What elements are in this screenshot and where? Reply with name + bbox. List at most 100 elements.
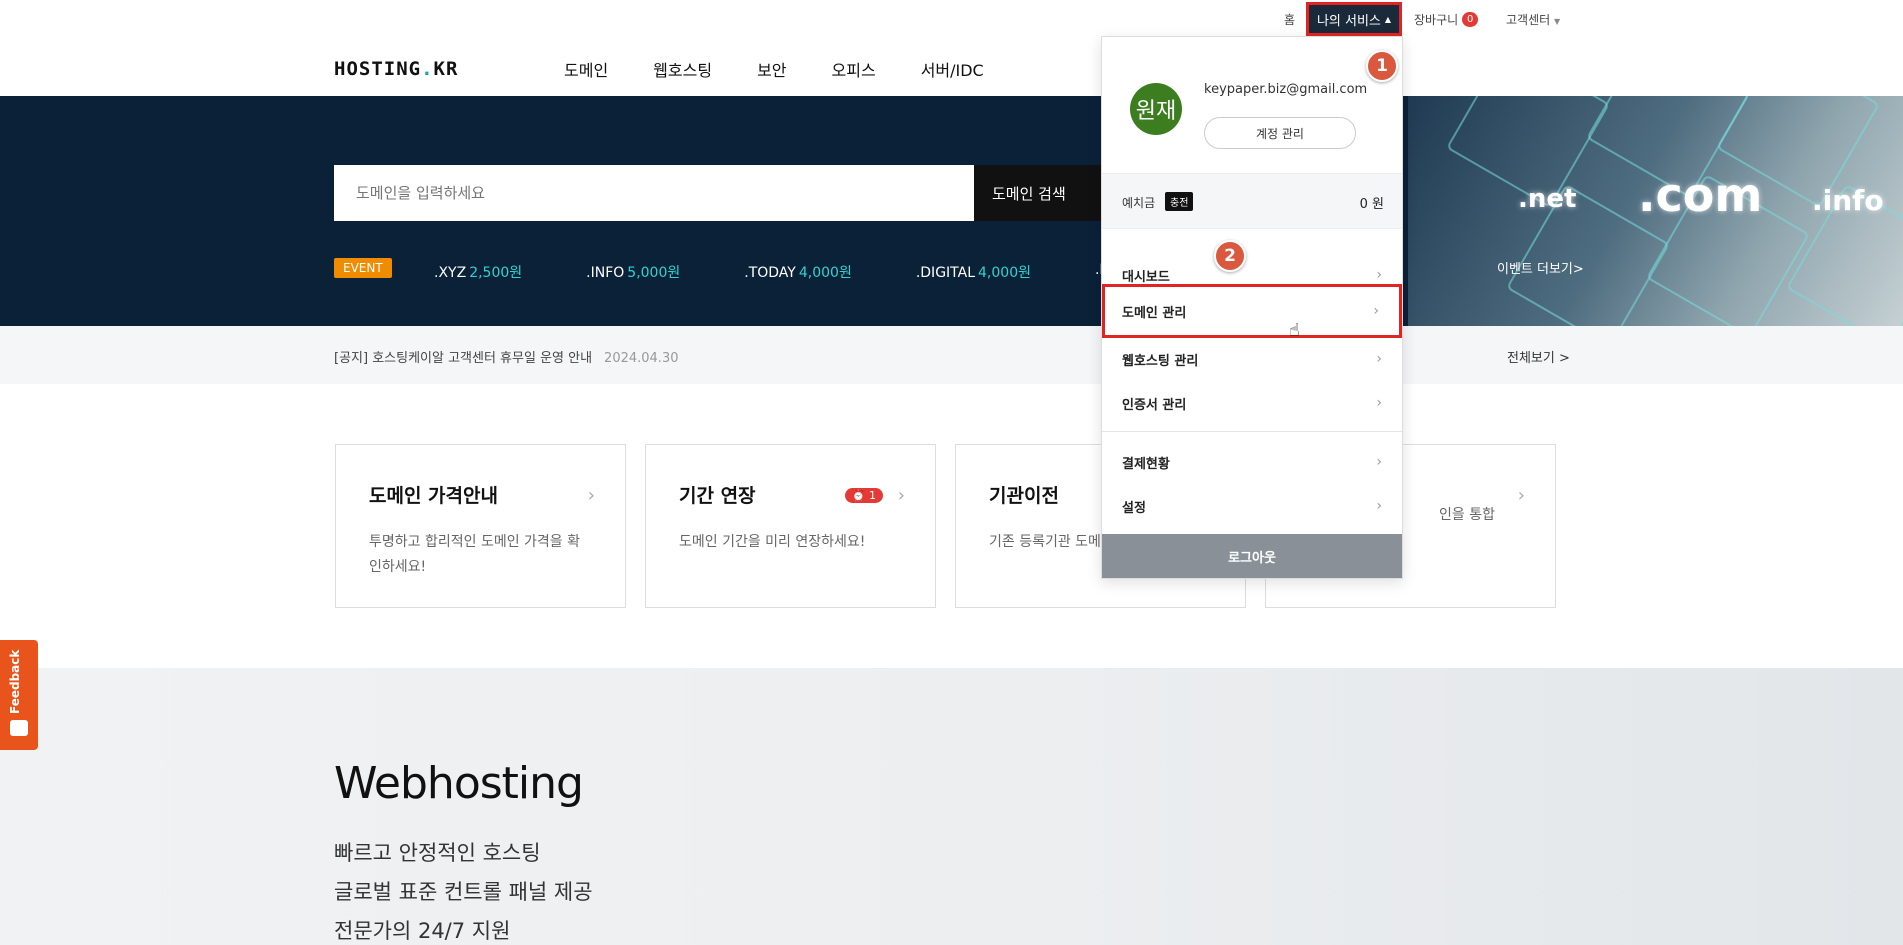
deposit-label: 예치금: [1122, 196, 1156, 210]
price-tld: .TODAY: [744, 265, 796, 281]
event-tag: EVENT: [334, 258, 392, 278]
feedback-label: Feedback: [8, 649, 22, 714]
notice-bar: [공지] 호스팅케이알 고객센터 휴무일 운영 안내 2024.04.30 전체보…: [0, 326, 1903, 384]
customer-center-label: 고객센터: [1506, 13, 1551, 27]
domain-search-box: [334, 165, 974, 221]
chevron-right-icon: ›: [1376, 454, 1382, 470]
domain-search-button[interactable]: 도메인 검색: [974, 165, 1104, 221]
logout-button[interactable]: 로그아웃: [1102, 534, 1402, 578]
step-marker-1: 1: [1366, 50, 1398, 82]
menu-item-label: 인증서 관리: [1122, 397, 1187, 413]
price-tld: .XYZ: [434, 265, 467, 281]
card-domain-price[interactable]: 도메인 가격안내 투명하고 합리적인 도메인 가격을 확인하세요! ›: [335, 444, 626, 608]
notice-text: [공지] 호스팅케이알 고객센터 휴무일 운영 안내: [334, 351, 593, 366]
menu-divider: [1102, 431, 1402, 432]
nav-office[interactable]: 오피스: [832, 57, 876, 81]
chevron-right-icon: ›: [1376, 267, 1382, 283]
deposit-amount: 0 원: [1359, 197, 1384, 212]
menu-item-label: 설정: [1122, 500, 1146, 516]
cart-count-badge: 0: [1462, 12, 1479, 27]
notice-date: 2024.04.30: [604, 351, 679, 366]
feature-line: 빠르고 안정적인 호스팅: [334, 841, 541, 865]
site-logo[interactable]: HOSTING.KR: [334, 58, 458, 80]
utility-bar: 홈 나의 서비스 ▲ 장바구니 0 고객센터 ▼: [0, 0, 1903, 38]
logo-text: HOSTING: [334, 58, 422, 80]
cart-label: 장바구니: [1414, 13, 1459, 27]
menu-item-domain-manage[interactable]: 도메인 관리 ›: [1102, 284, 1402, 338]
my-service-dropdown: 원재 keypaper.biz@gmail.com 계정 관리 예치금 충전 0…: [1101, 36, 1403, 579]
tld-net-text: .net: [1518, 184, 1577, 214]
account-manage-button[interactable]: 계정 관리: [1204, 117, 1356, 149]
notice-link[interactable]: [공지] 호스팅케이알 고객센터 휴무일 운영 안내 2024.04.30: [334, 347, 678, 366]
webhosting-title: Webhosting: [334, 758, 584, 809]
step-marker-2: 2: [1214, 240, 1246, 272]
chevron-right-icon: ›: [1376, 395, 1382, 411]
user-email: keypaper.biz@gmail.com: [1204, 82, 1368, 97]
price-value: 4,000원: [978, 265, 1031, 281]
chevron-right-icon: ›: [1373, 303, 1379, 319]
event-price-list: .XYZ 2,500원 .INFO 5,000원 .TODAY 4,000원 .DIG…: [434, 262, 1192, 282]
tld-info-text: .info: [1812, 184, 1884, 217]
domain-search-input[interactable]: [356, 184, 916, 202]
chevron-right-icon: ›: [1376, 351, 1382, 367]
menu-item-webhosting-manage[interactable]: 웹호스팅 관리 ›: [1102, 339, 1402, 379]
chevron-right-icon: ›: [897, 485, 905, 506]
price-item[interactable]: .TODAY 4,000원: [744, 262, 852, 282]
my-service-button[interactable]: 나의 서비스 ▲: [1306, 2, 1402, 36]
menu-item-payment-status[interactable]: 결제현황 ›: [1102, 442, 1402, 482]
hand-cursor-icon: ☝: [1289, 320, 1300, 341]
alarm-badge: ⏰ 1: [844, 488, 883, 503]
menu-item-label: 결제현황: [1122, 456, 1170, 472]
menu-item-label: 대시보드: [1122, 269, 1170, 285]
nav-domain[interactable]: 도메인: [564, 57, 608, 81]
chevron-right-icon: ›: [587, 485, 595, 506]
card-renewal[interactable]: 기간 연장 도메인 기간을 미리 연장하세요! ⏰ 1 ›: [645, 444, 936, 608]
price-tld: .INFO: [586, 265, 625, 281]
price-item[interactable]: .XYZ 2,500원: [434, 262, 522, 282]
chevron-right-icon: ›: [1517, 485, 1525, 506]
card-title: 도메인 가격안내: [369, 485, 498, 507]
price-tld: .DIGITAL: [915, 265, 976, 281]
view-all-link[interactable]: 전체보기 >: [1507, 347, 1570, 366]
profile-section: 원재 keypaper.biz@gmail.com 계정 관리: [1102, 37, 1402, 173]
menu-item-settings[interactable]: 설정 ›: [1102, 486, 1402, 526]
event-more-link[interactable]: 이벤트 더보기>: [1497, 258, 1584, 277]
webhosting-section: Webhosting 빠르고 안정적인 호스팅 글로벌 표준 컨트롤 패널 제공…: [0, 668, 1903, 945]
feature-line: 글로벌 표준 컨트롤 패널 제공: [334, 880, 593, 904]
caret-up-icon: ▲: [1384, 14, 1392, 24]
feature-line: 전문가의 24/7 지원: [334, 919, 511, 943]
menu-item-label: 도메인 관리: [1122, 305, 1187, 321]
price-value: 5,000원: [627, 265, 681, 281]
customer-center-link[interactable]: 고객센터 ▼: [1506, 11, 1560, 28]
logo-dot: .: [421, 58, 434, 80]
charge-button[interactable]: 충전: [1165, 192, 1194, 211]
caret-down-icon: ▼: [1554, 17, 1561, 26]
home-link[interactable]: 홈: [1284, 11, 1295, 28]
domain-search-label: 도메인 검색: [992, 184, 1066, 203]
card-desc: 인을 통합: [1439, 507, 1495, 523]
deposit-row: 예치금 충전 0 원: [1102, 173, 1402, 229]
chevron-right-icon: ›: [1376, 498, 1382, 514]
main-nav: 도메인 웹호스팅 보안 오피스 서버/IDC: [564, 57, 984, 81]
nav-security[interactable]: 보안: [757, 57, 786, 81]
menu-item-certificate-manage[interactable]: 인증서 관리 ›: [1102, 383, 1402, 423]
my-service-label: 나의 서비스: [1316, 13, 1381, 29]
alarm-count: 1: [869, 489, 876, 502]
cart-link[interactable]: 장바구니 0: [1414, 11, 1479, 28]
price-item[interactable]: .DIGITAL 4,000원: [916, 262, 1031, 282]
menu-item-label: 웹호스팅 관리: [1122, 353, 1199, 369]
avatar: 원재: [1130, 83, 1182, 135]
logo-text-kr: KR: [433, 58, 459, 80]
card-desc: 도메인 기간을 미리 연장하세요!: [679, 534, 866, 550]
tld-com-text: .com: [1638, 168, 1763, 222]
card-desc: 투명하고 합리적인 도메인 가격을 확인하세요!: [369, 534, 580, 575]
feedback-tab[interactable]: Feedback: [0, 640, 38, 750]
price-value: 4,000원: [798, 265, 852, 281]
nav-webhosting[interactable]: 웹호스팅: [653, 57, 712, 81]
price-item[interactable]: .INFO 5,000원: [586, 262, 680, 282]
webhosting-features: 빠르고 안정적인 호스팅 글로벌 표준 컨트롤 패널 제공 전문가의 24/7 …: [334, 834, 593, 945]
hero-tld-image: .net .com .info: [1408, 96, 1903, 326]
price-value: 2,500원: [469, 265, 523, 281]
nav-server-idc[interactable]: 서버/IDC: [921, 57, 984, 81]
feedback-chat-icon: [10, 720, 28, 736]
